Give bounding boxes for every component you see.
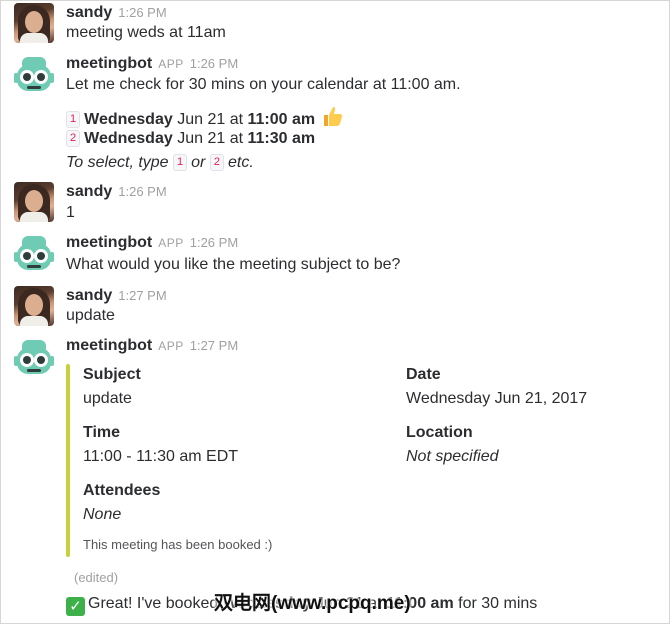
robot-icon bbox=[14, 236, 54, 270]
author-name[interactable]: sandy bbox=[66, 183, 112, 200]
app-badge: APP bbox=[158, 57, 184, 71]
field-label-subject: Subject bbox=[83, 366, 141, 383]
message-author[interactable]: sandy 1:26 PM bbox=[66, 183, 167, 201]
attachment-footer: This meeting has been booked :) bbox=[83, 537, 273, 552]
confirmation-message: ✓ Great! I've booked Wednesday Jun 21 at … bbox=[66, 595, 537, 616]
robot-icon bbox=[14, 57, 54, 91]
message-author[interactable]: meetingbot APP 1:27 PM bbox=[66, 337, 238, 355]
author-name[interactable]: meetingbot bbox=[66, 234, 152, 251]
message-timestamp[interactable]: 1:27 PM bbox=[118, 288, 166, 303]
author-name[interactable]: sandy bbox=[66, 287, 112, 304]
author-name[interactable]: meetingbot bbox=[66, 337, 152, 354]
field-value-time: 11:00 - 11:30 am EDT bbox=[83, 448, 239, 465]
field-label-location: Location bbox=[406, 424, 473, 441]
field-value-subject: update bbox=[83, 390, 132, 407]
message-author[interactable]: meetingbot APP 1:26 PM bbox=[66, 55, 238, 73]
field-label-time: Time bbox=[83, 424, 121, 441]
field-value-attendees: None bbox=[83, 506, 122, 523]
message-text: 1 bbox=[66, 204, 75, 221]
message-timestamp[interactable]: 1:26 PM bbox=[118, 5, 166, 20]
message-author[interactable]: meetingbot APP 1:26 PM bbox=[66, 234, 238, 252]
field-value-date: Wednesday Jun 21, 2017 bbox=[406, 390, 588, 407]
field-label-date: Date bbox=[406, 366, 441, 383]
message-timestamp[interactable]: 1:27 PM bbox=[190, 338, 238, 353]
thumbs-up-icon bbox=[322, 105, 344, 132]
avatar[interactable] bbox=[14, 338, 54, 378]
option-row: 2 Wednesday Jun 21 at 11:30 am bbox=[66, 130, 315, 148]
avatar[interactable] bbox=[14, 55, 54, 95]
edited-label: (edited) bbox=[74, 570, 119, 585]
author-name[interactable]: meetingbot bbox=[66, 55, 152, 72]
field-value-location: Not specified bbox=[406, 448, 499, 465]
app-badge: APP bbox=[158, 236, 184, 250]
attachment-accent-bar bbox=[66, 364, 70, 557]
message-text: update bbox=[66, 307, 115, 324]
message-author[interactable]: sandy 1:26 PM bbox=[66, 4, 167, 22]
option-number: 1 bbox=[66, 111, 81, 128]
message-timestamp[interactable]: 1:26 PM bbox=[190, 235, 238, 250]
message-timestamp[interactable]: 1:26 PM bbox=[190, 56, 238, 71]
check-mark-icon: ✓ bbox=[66, 597, 85, 616]
avatar[interactable] bbox=[14, 182, 54, 222]
avatar[interactable] bbox=[14, 234, 54, 274]
option-row: 1 Wednesday Jun 21 at 11:00 am bbox=[66, 105, 344, 132]
message-text: meeting weds at 11am bbox=[66, 24, 226, 41]
message-author[interactable]: sandy 1:27 PM bbox=[66, 287, 167, 305]
message-text: What would you like the meeting subject … bbox=[66, 256, 401, 273]
message-timestamp[interactable]: 1:26 PM bbox=[118, 184, 166, 199]
app-badge: APP bbox=[158, 339, 184, 353]
robot-icon bbox=[14, 340, 54, 374]
field-label-attendees: Attendees bbox=[83, 482, 161, 499]
avatar[interactable] bbox=[14, 3, 54, 43]
author-name[interactable]: sandy bbox=[66, 4, 112, 21]
selection-hint: To select, type 1 or 2 etc. bbox=[66, 154, 254, 171]
option-number: 2 bbox=[66, 130, 81, 147]
avatar[interactable] bbox=[14, 286, 54, 326]
message-text: Let me check for 30 mins on your calenda… bbox=[66, 76, 461, 93]
